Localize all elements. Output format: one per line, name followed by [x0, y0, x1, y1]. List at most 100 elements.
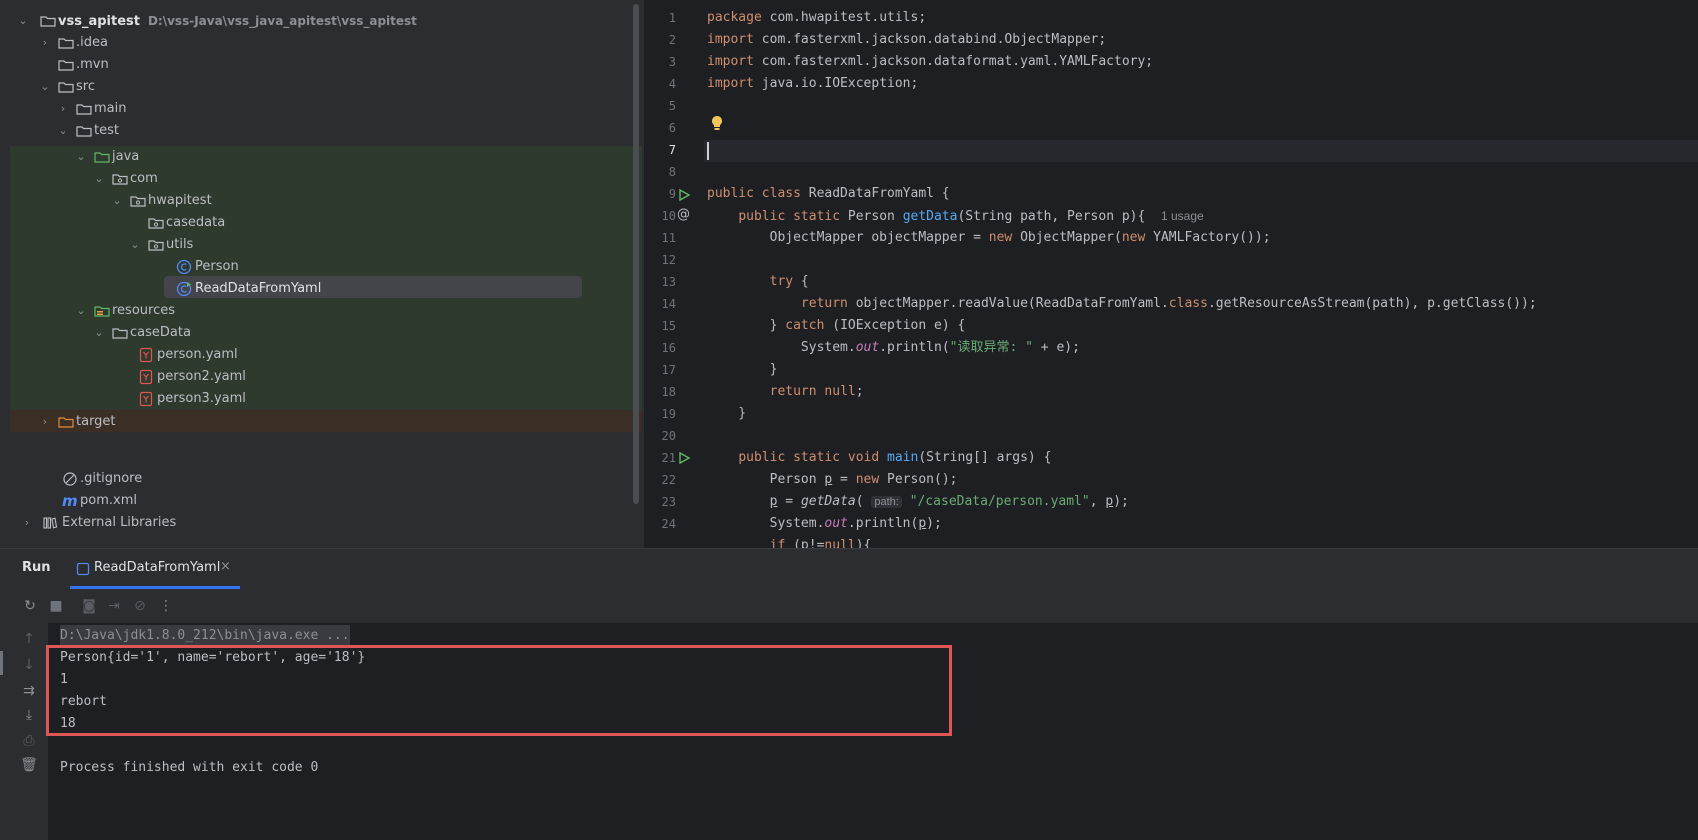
code-editor[interactable]: 1 2 3 4 5 6 7 8 9 10 11 12 13 14 15 16 1… [644, 0, 1698, 548]
close-icon[interactable]: × [220, 559, 231, 574]
chevron-down-icon[interactable]: ⌄ [16, 9, 30, 33]
tree-item-label: ReadDataFromYaml [195, 281, 322, 296]
chevron-right-icon[interactable]: › [20, 511, 34, 535]
lightbulb-icon[interactable] [710, 115, 724, 131]
chevron-down-icon[interactable]: ⌄ [74, 145, 88, 169]
scroll-to-end-icon[interactable]: ⤓ [19, 705, 39, 725]
chevron-down-icon[interactable]: ⌄ [74, 299, 88, 323]
tree-item-person-yaml[interactable]: person.yaml [0, 343, 644, 367]
tree-item-label: utils [166, 237, 194, 252]
line-number: 13 [661, 275, 676, 289]
folder-icon [58, 417, 74, 428]
stop-icon[interactable]: ■ [46, 596, 66, 616]
tree-item-src[interactable]: ⌄ src [0, 75, 644, 99]
arrow-down-icon[interactable]: ↓ [19, 655, 39, 675]
print-icon[interactable]: ⎙ [19, 731, 39, 751]
text-caret [707, 142, 709, 160]
run-gutter-icon[interactable] [677, 451, 691, 465]
tree-item-label: casedata [166, 215, 226, 230]
run-gutter-icon[interactable] [677, 188, 691, 202]
folder-icon [58, 82, 74, 93]
tree-item-test[interactable]: ⌄ test [0, 119, 644, 143]
line-number: 11 [661, 231, 676, 245]
rerun-icon[interactable]: ↻ [20, 596, 40, 616]
editor-gutter: 1 2 3 4 5 6 7 8 9 10 11 12 13 14 15 16 1… [644, 0, 704, 548]
export-icon[interactable]: ⇥ [104, 596, 124, 616]
current-line-highlight [704, 140, 1698, 162]
tree-item-hwapitest[interactable]: ⌄ hwapitest [0, 189, 644, 213]
arrow-up-icon[interactable]: ↑ [19, 629, 39, 649]
override-at-icon[interactable]: @ [677, 207, 690, 222]
folder-icon [58, 60, 74, 71]
line-number: 16 [661, 341, 676, 355]
chevron-down-icon[interactable]: ⌄ [92, 167, 106, 191]
run-panel-title: Run [22, 560, 51, 575]
project-scrollbar[interactable] [633, 4, 639, 504]
tree-item-label: src [76, 79, 95, 94]
run-header: Run ReadDataFromYaml × [0, 549, 1698, 589]
tree-item-label: target [76, 414, 116, 429]
tree-item-idea[interactable]: › .idea [0, 31, 644, 55]
string-literal: "读取异常: " [949, 340, 1033, 355]
camera-icon[interactable]: ◙ [79, 596, 99, 616]
line-number: 14 [661, 297, 676, 311]
tree-item-com[interactable]: ⌄ com [0, 167, 644, 191]
code-line: p = getData( path: "/caseData/person.yam… [769, 494, 1129, 509]
usage-hint[interactable]: 1 usage [1161, 209, 1204, 223]
param-inlay-hint: path: [871, 496, 902, 508]
package-icon [112, 174, 128, 185]
tree-item-readdatafromyaml-class[interactable]: ReadDataFromYaml [0, 277, 644, 301]
tree-item-person2-yaml[interactable]: person2.yaml [0, 365, 644, 389]
tree-item-person-class[interactable]: Person [0, 255, 644, 279]
tree-item-utils[interactable]: ⌄ utils [0, 233, 644, 257]
tree-item-casedata-package[interactable]: casedata [0, 211, 644, 235]
line-number: 17 [661, 363, 676, 377]
resources-folder-icon [94, 306, 110, 317]
chevron-down-icon[interactable]: ⌄ [128, 233, 142, 257]
chevron-right-icon[interactable]: › [38, 410, 52, 434]
tree-item-label: person.yaml [157, 347, 238, 362]
chevron-right-icon[interactable]: › [56, 97, 70, 121]
project-path: D:\vss-Java\vss_java_apitest\vss_apitest [147, 14, 417, 28]
coverage-icon[interactable]: ⊘ [130, 596, 150, 616]
chevron-down-icon[interactable]: ⌄ [38, 75, 52, 99]
chevron-down-icon[interactable]: ⌄ [56, 119, 70, 143]
tree-item-person3-yaml[interactable]: person3.yaml [0, 387, 644, 411]
run-tab-label: ReadDataFromYaml [94, 560, 221, 575]
tree-item-resources[interactable]: ⌄ resources [0, 299, 644, 323]
tree-item-pom-xml[interactable]: m pom.xml [0, 489, 644, 513]
console-side-toolbar: ↑ ↓ ⇉ ⤓ ⎙ 🗑 [0, 623, 48, 840]
line-number: 2 [668, 33, 676, 47]
tree-item-casedata-folder[interactable]: ⌄ caseData [0, 321, 644, 345]
soft-wrap-icon[interactable]: ⇉ [19, 681, 39, 701]
tree-item-label: person2.yaml [157, 369, 246, 384]
tree-root-row[interactable]: ⌄ vss_apitest D:\vss-Java\vss_java_apites… [0, 9, 644, 33]
line-number: 23 [661, 495, 676, 509]
chevron-down-icon[interactable]: ⌄ [92, 321, 106, 345]
tree-item-main[interactable]: › main [0, 97, 644, 121]
chevron-right-icon[interactable]: › [38, 31, 52, 55]
tree-item-label: pom.xml [80, 493, 137, 508]
folder-icon [76, 104, 92, 115]
code-line: } catch (IOException e) { [707, 318, 966, 333]
gitignore-icon [63, 472, 77, 486]
code-line: public static void main(String[] args) { [738, 450, 1052, 465]
code-line: public class ReadDataFromYaml { [707, 186, 950, 201]
tree-item-gitignore[interactable]: .gitignore [0, 467, 644, 491]
tree-item-java[interactable]: ⌄ java [0, 145, 644, 169]
yaml-file-icon [139, 391, 153, 407]
tree-item-external-libraries[interactable]: › External Libraries [0, 511, 644, 535]
class-icon [176, 259, 192, 275]
line-number: 19 [661, 407, 676, 421]
line-number: 20 [661, 429, 676, 443]
tree-item-target[interactable]: › target [0, 410, 644, 434]
tree-item-label: Person [195, 259, 239, 274]
more-options-icon[interactable]: ⋮ [156, 596, 176, 616]
trash-icon[interactable]: 🗑 [19, 755, 39, 775]
code-line: System.out.println("读取异常: " + e); [707, 340, 1080, 355]
chevron-down-icon[interactable]: ⌄ [110, 189, 124, 213]
string-literal: "/caseData/person.yaml" [909, 494, 1090, 509]
run-tab[interactable]: ReadDataFromYaml × [70, 549, 240, 589]
tree-item-label: .idea [76, 35, 108, 50]
tree-item-mvn[interactable]: .mvn [0, 53, 644, 77]
